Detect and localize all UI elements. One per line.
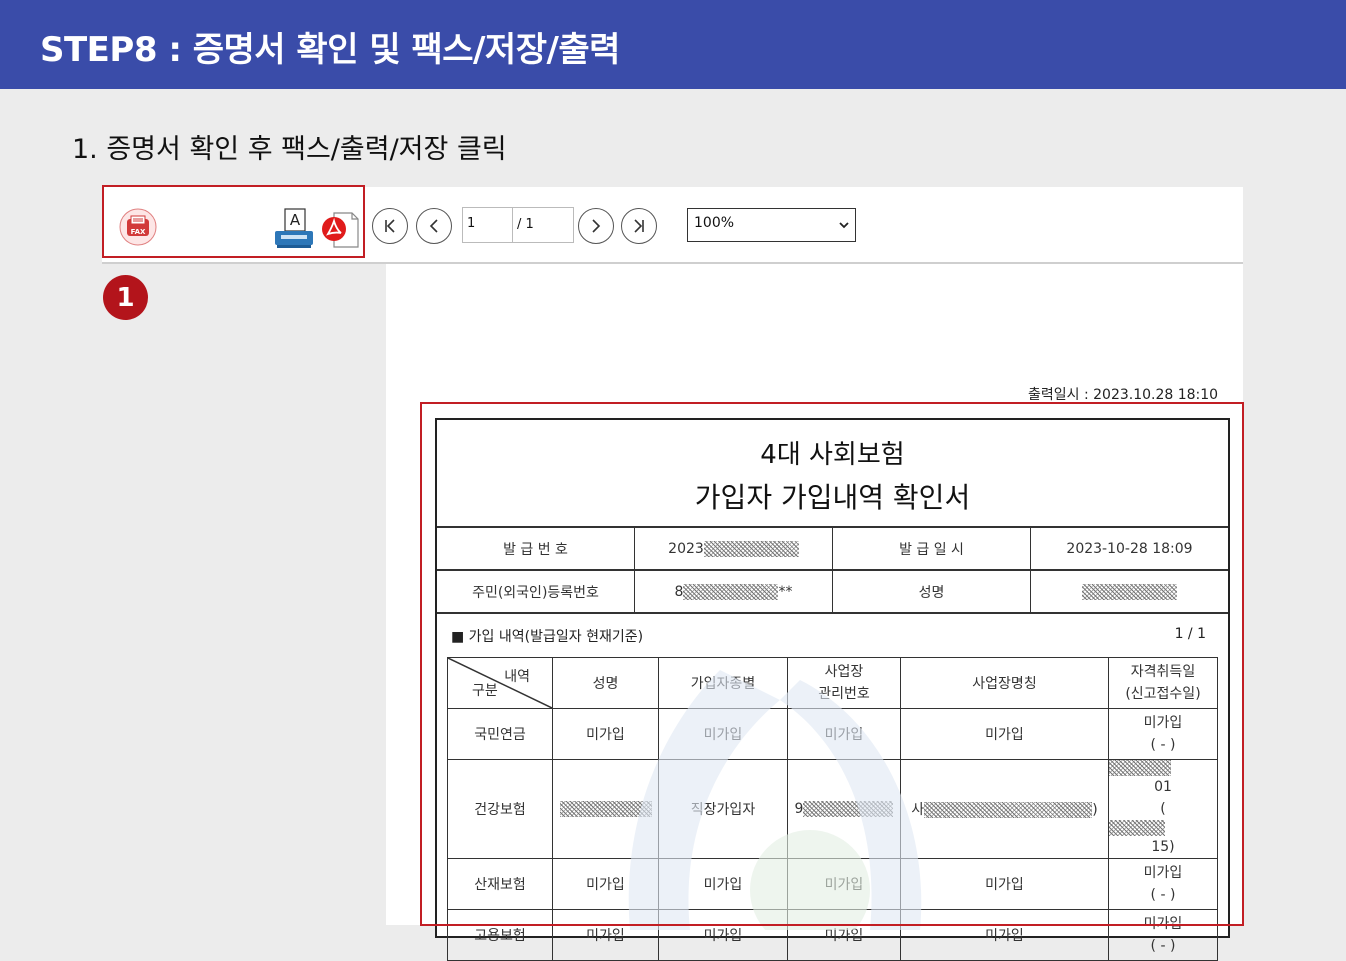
page-title: STEP8 : 증명서 확인 및 팩스/저장/출력	[40, 30, 620, 70]
chevron-right-icon	[592, 219, 601, 233]
fax-label: FAX	[131, 228, 146, 236]
print-label: A	[290, 211, 301, 229]
first-page-button[interactable]	[372, 208, 408, 244]
header-bar: STEP8 : 증명서 확인 및 팩스/저장/출력	[0, 0, 1346, 89]
printer-icon: A	[275, 208, 313, 248]
prev-page-button[interactable]	[416, 208, 452, 244]
page-number-input[interactable]: 1	[462, 207, 513, 243]
print-timestamp: 출력일시 : 2023.10.28 18:10	[1028, 387, 1219, 403]
document-highlight	[420, 402, 1244, 926]
fax-button[interactable]: FAX	[118, 208, 158, 246]
next-page-button[interactable]	[578, 208, 614, 244]
chevron-down-icon	[839, 222, 849, 229]
zoom-value: 100%	[694, 215, 735, 231]
last-page-button[interactable]	[621, 208, 657, 244]
pdf-save-button[interactable]	[320, 209, 360, 249]
first-page-icon	[385, 219, 395, 233]
page-total: / 1	[512, 207, 574, 243]
instruction-text: 1. 증명서 확인 후 팩스/출력/저장 클릭	[72, 134, 507, 165]
last-page-icon	[634, 219, 644, 233]
step-badge: 1	[103, 275, 148, 320]
zoom-select[interactable]: 100%	[687, 208, 856, 242]
fax-icon: FAX	[119, 208, 157, 246]
chevron-left-icon	[429, 219, 438, 233]
print-button[interactable]: A	[273, 207, 315, 249]
pdf-icon	[322, 212, 359, 248]
